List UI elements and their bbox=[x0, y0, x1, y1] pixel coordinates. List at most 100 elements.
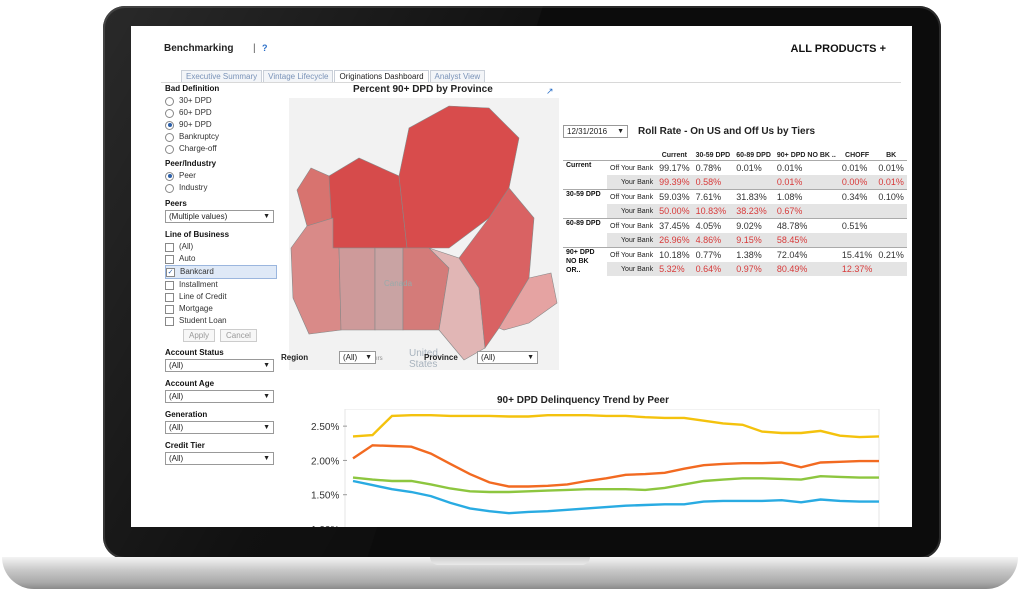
table-cell: 26.96% bbox=[656, 233, 693, 248]
checkbox-icon[interactable] bbox=[165, 304, 174, 314]
radio-button-icon[interactable] bbox=[165, 108, 174, 118]
off-bank-label: Off Your Bank bbox=[610, 164, 654, 172]
table-cell: 37.45% bbox=[659, 221, 690, 231]
province-label: Province bbox=[424, 353, 458, 362]
help-link[interactable]: ? bbox=[262, 43, 268, 53]
checkbox-option-line-of-credit[interactable]: Line of Credit bbox=[165, 291, 277, 303]
table-cell: 99.17% bbox=[659, 163, 690, 173]
header-row: Current 30-59 DPD 60-89 DPD 90+ DPD NO BK .… bbox=[563, 146, 907, 161]
table-cell bbox=[875, 262, 907, 276]
province-dropdown[interactable]: (All) ▼ bbox=[477, 351, 538, 364]
radio-option-60-dpd[interactable]: 60+ DPD bbox=[165, 107, 277, 119]
checkbox-icon[interactable]: ✓ bbox=[166, 267, 175, 277]
account-age-dropdown[interactable]: (All) ▼ bbox=[165, 390, 274, 403]
table-cell: 0.58% bbox=[692, 175, 734, 190]
peer-industry-group: Peer Industry bbox=[165, 170, 277, 194]
table-cell: 1.38% bbox=[736, 250, 762, 260]
radio-label: Peer bbox=[179, 171, 196, 180]
checkbox-label: Mortgage bbox=[179, 304, 213, 313]
external-link-icon[interactable]: ↗ bbox=[546, 86, 554, 97]
tab-divider bbox=[161, 82, 901, 83]
province-alberta[interactable] bbox=[338, 247, 376, 331]
account-status-value: (All) bbox=[169, 361, 184, 370]
roll-rate-title: Roll Rate - On US and Off Us by Tiers bbox=[638, 126, 816, 137]
table-cell: 9.02% bbox=[736, 221, 762, 231]
checkbox-option-all[interactable]: (All) bbox=[165, 241, 277, 253]
tab-originations-dashboard[interactable]: Originations Dashboard bbox=[334, 70, 429, 82]
province-value: (All) bbox=[481, 353, 496, 362]
checkbox-icon[interactable] bbox=[165, 254, 174, 264]
tab-vintage-lifecycle[interactable]: Vintage Lifecycle bbox=[263, 70, 334, 82]
table-row: 90+ DPD NO BK OR.. Off Your Bank 10.18% 0.7… bbox=[563, 247, 907, 274]
radio-button-icon[interactable] bbox=[165, 96, 174, 106]
radio-button-icon[interactable] bbox=[165, 144, 174, 154]
date-dropdown[interactable]: 12/31/2016 ▼ bbox=[563, 125, 628, 138]
checkbox-icon[interactable] bbox=[165, 292, 174, 302]
chevron-down-icon: ▼ bbox=[263, 455, 270, 462]
radio-button-icon[interactable] bbox=[165, 171, 174, 181]
plot-frame bbox=[344, 409, 880, 527]
table-cell: 0.01% bbox=[776, 163, 803, 173]
table-cell: 0.01% bbox=[841, 163, 868, 173]
table-cell bbox=[875, 233, 907, 248]
date-value: 12/31/2016 bbox=[567, 127, 608, 136]
row-group-label: 30-59 DPD bbox=[566, 191, 601, 198]
checkbox-option-mortgage[interactable]: Mortgage bbox=[165, 303, 277, 315]
checkbox-icon[interactable] bbox=[165, 242, 174, 252]
chevron-down-icon: ▼ bbox=[365, 354, 372, 361]
account-age-label: Account Age bbox=[165, 379, 215, 388]
checkbox-icon[interactable] bbox=[165, 316, 174, 326]
checkbox-label: Bankcard bbox=[180, 267, 214, 276]
checkbox-option-bankcard[interactable]: ✓ Bankcard bbox=[165, 265, 277, 279]
tab-analyst-view[interactable]: Analyst View bbox=[429, 70, 486, 82]
tab-executive-summary[interactable]: Executive Summary bbox=[181, 70, 263, 82]
checkbox-option-installment[interactable]: Installment bbox=[165, 279, 277, 291]
radio-option-bankruptcy[interactable]: Bankruptcy bbox=[165, 131, 277, 143]
credit-tier-dropdown[interactable]: (All) ▼ bbox=[165, 452, 274, 465]
line-of-business-label: Line of Business bbox=[165, 230, 230, 239]
radio-button-icon[interactable] bbox=[165, 120, 174, 130]
table-cell: 10.18% bbox=[659, 250, 690, 260]
apply-button[interactable]: Apply bbox=[183, 329, 216, 342]
credit-tier-label: Credit Tier bbox=[165, 441, 205, 450]
map-attribution: ırs bbox=[376, 356, 383, 362]
table-cell: 50.00% bbox=[656, 204, 693, 219]
radio-option-30-dpd[interactable]: 30+ DPD bbox=[165, 95, 277, 107]
table-cell: 12.37% bbox=[838, 262, 876, 276]
checkbox-label: Line of Credit bbox=[179, 292, 227, 301]
radio-option-90-dpd[interactable]: 90+ DPD bbox=[165, 119, 277, 131]
radio-option-peer[interactable]: Peer bbox=[165, 170, 277, 182]
your-bank-label: Your Bank bbox=[607, 204, 657, 219]
chevron-down-icon: ▼ bbox=[263, 424, 270, 431]
column-header: 60-89 DPD bbox=[736, 152, 771, 159]
checkbox-option-student-loan[interactable]: Student Loan bbox=[165, 315, 277, 327]
table-cell: 7.61% bbox=[695, 192, 722, 202]
column-header: BK bbox=[886, 152, 897, 159]
radio-button-icon[interactable] bbox=[165, 183, 174, 193]
table-row: 30-59 DPD Off Your Bank 59.03% 7.61% 31.83% 1… bbox=[563, 189, 907, 205]
radio-option-charge-off[interactable]: Charge-off bbox=[165, 143, 277, 155]
province-saskatchewan[interactable] bbox=[374, 247, 404, 331]
table-cell: 0.51% bbox=[841, 221, 868, 231]
table-cell: 0.97% bbox=[733, 262, 774, 276]
checkbox-icon[interactable] bbox=[165, 280, 174, 290]
all-products-menu[interactable]: ALL PRODUCTS + bbox=[791, 43, 886, 55]
line-of-business-group: (All) Auto ✓ Bankcard Installment Line of Cre… bbox=[165, 241, 277, 327]
radio-option-industry[interactable]: Industry bbox=[165, 182, 277, 194]
radio-button-icon[interactable] bbox=[165, 132, 174, 142]
peers-value: (Multiple values) bbox=[169, 212, 228, 221]
table-row: Your Bank 50.00% 10.83% 38.23% 0.67% bbox=[563, 204, 907, 219]
checkbox-option-auto[interactable]: Auto bbox=[165, 253, 277, 265]
series-line-2[interactable] bbox=[352, 474, 879, 494]
generation-dropdown[interactable]: (All) ▼ bbox=[165, 421, 274, 434]
series-line-0[interactable] bbox=[352, 413, 880, 439]
row-group-label: Current bbox=[566, 162, 592, 169]
your-bank-label: Your Bank bbox=[607, 233, 657, 248]
column-header: 90+ DPD NO BK .. bbox=[776, 152, 836, 159]
peers-dropdown[interactable]: (Multiple values) ▼ bbox=[165, 210, 274, 223]
account-status-dropdown[interactable]: (All) ▼ bbox=[165, 359, 274, 372]
table-cell: 58.45% bbox=[773, 233, 839, 248]
cancel-button[interactable]: Cancel bbox=[220, 329, 257, 342]
region-dropdown[interactable]: (All) ▼ bbox=[339, 351, 376, 364]
table-cell: 0.78% bbox=[695, 163, 722, 173]
